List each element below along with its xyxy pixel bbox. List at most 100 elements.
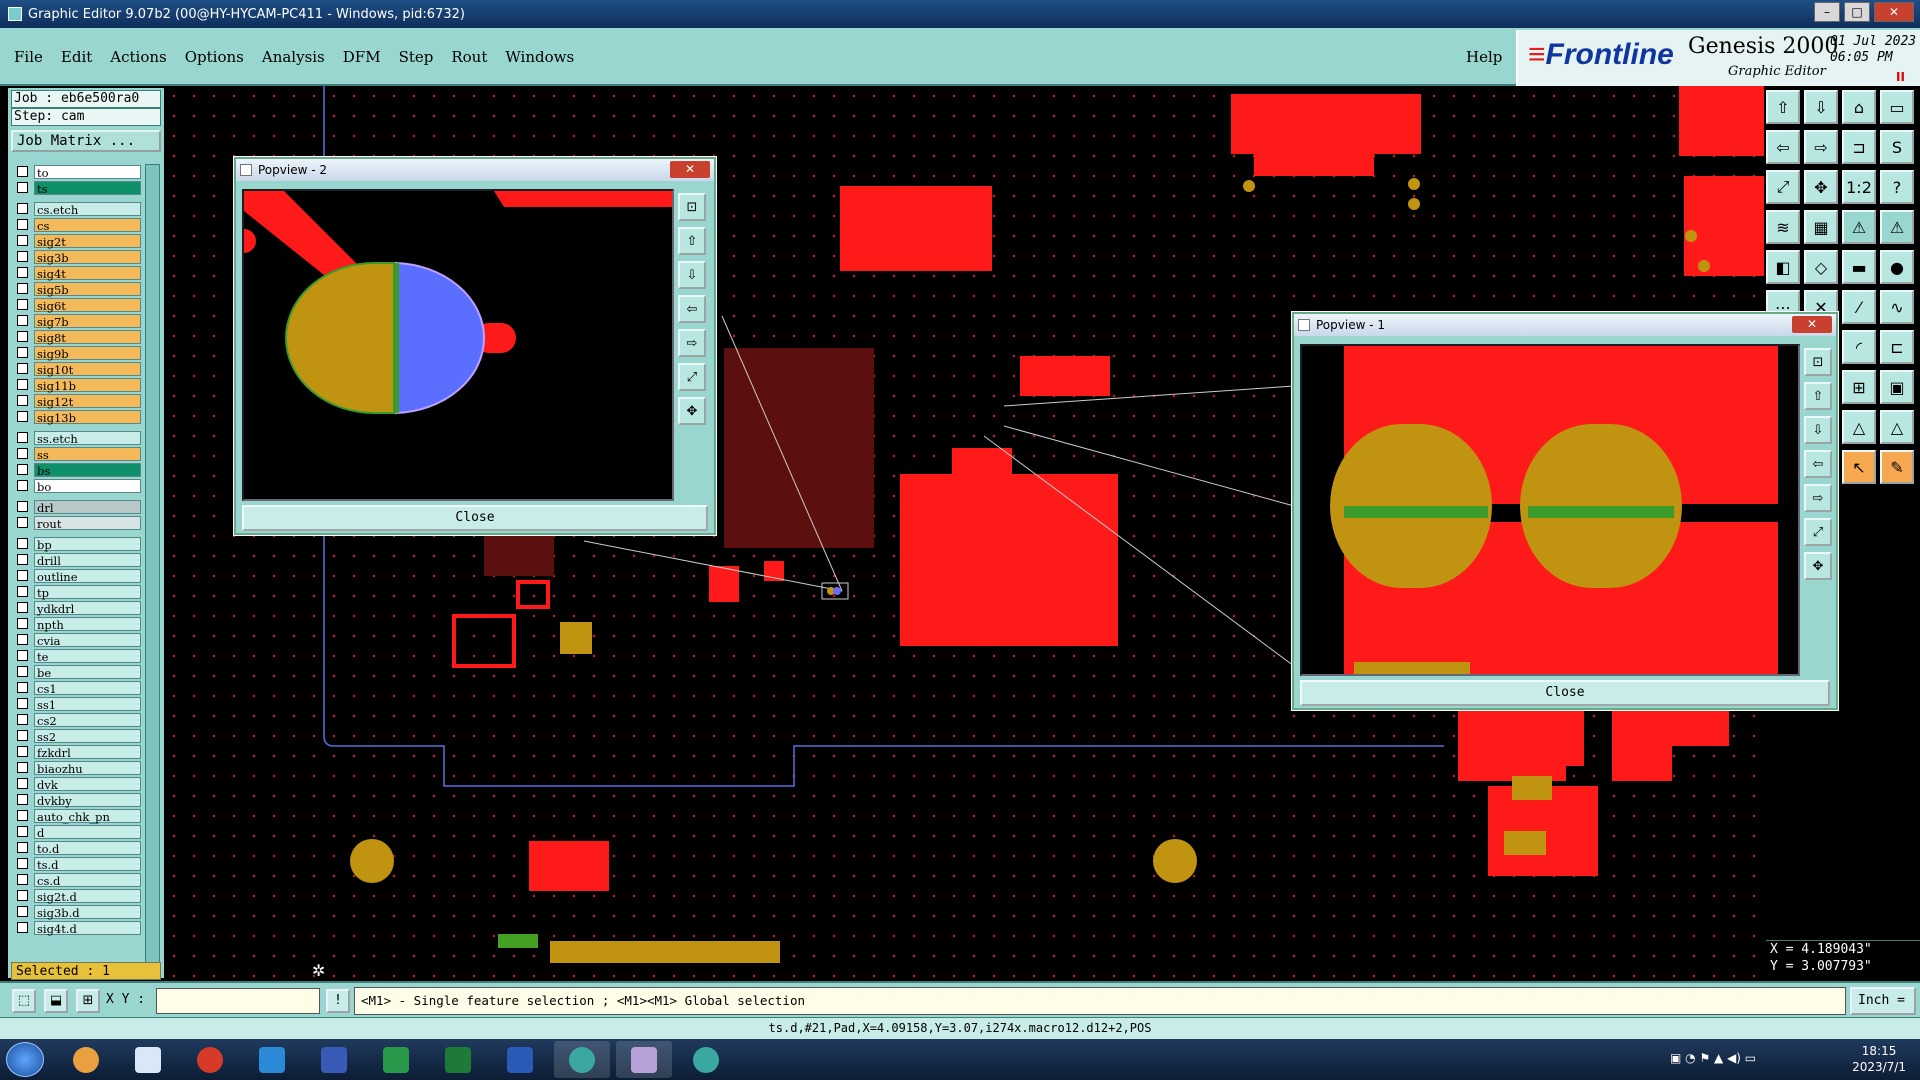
pv1-up-icon[interactable]: ⇧: [1804, 382, 1832, 410]
layer-checkbox[interactable]: [17, 618, 28, 629]
layer-checkbox[interactable]: [17, 203, 28, 214]
exclamation-button[interactable]: !: [326, 989, 350, 1013]
layer-row[interactable]: dvk: [11, 776, 141, 792]
layer-row[interactable]: rout: [11, 515, 141, 531]
layer-checkbox[interactable]: [17, 379, 28, 390]
layer-checkbox[interactable]: [17, 501, 28, 512]
taskbar-app-red[interactable]: [182, 1041, 238, 1078]
shape-icon[interactable]: ▣: [1880, 370, 1914, 404]
layer-row[interactable]: biaozhu: [11, 760, 141, 776]
layer-name[interactable]: cs2: [34, 712, 141, 728]
layer-name[interactable]: cvia: [34, 632, 141, 648]
layer-name[interactable]: ts.d: [34, 856, 141, 872]
layer-row[interactable]: sig12t: [11, 393, 141, 409]
popview-2-view[interactable]: [242, 189, 674, 501]
layer-name[interactable]: sig2t.d: [34, 888, 141, 904]
layer-name[interactable]: bs: [34, 462, 141, 478]
layer-checkbox[interactable]: [17, 219, 28, 230]
taskbar-clock[interactable]: 18:15 2023/7/1: [1852, 1043, 1906, 1075]
layer-row[interactable]: to: [11, 164, 141, 180]
layer-checkbox[interactable]: [17, 714, 28, 725]
pv2-down-icon[interactable]: ⇩: [678, 261, 706, 289]
layer-row[interactable]: sig3b.d: [11, 904, 141, 920]
layer-name[interactable]: tp: [34, 584, 141, 600]
layer-name[interactable]: ss.etch: [34, 430, 141, 446]
layer-checkbox[interactable]: [17, 480, 28, 491]
pin-icon[interactable]: ⊏: [1880, 330, 1914, 364]
layer-name[interactable]: bp: [34, 536, 141, 552]
taskbar-app-genesis2[interactable]: [678, 1041, 734, 1078]
layer-name[interactable]: d: [34, 824, 141, 840]
layer-name[interactable]: fzkdrl: [34, 744, 141, 760]
pv1-left-icon[interactable]: ⇦: [1804, 450, 1832, 478]
layer-name[interactable]: ss1: [34, 696, 141, 712]
layer-name[interactable]: outline: [34, 568, 141, 584]
layer-list[interactable]: to ts cs.etch cs sig2t sig3b sig4t sig5b sig6t si…: [11, 164, 141, 964]
layer-checkbox[interactable]: [17, 682, 28, 693]
layer-checkbox[interactable]: [17, 464, 28, 475]
job-matrix-button[interactable]: Job Matrix ...: [11, 130, 161, 152]
layer-checkbox[interactable]: [17, 395, 28, 406]
menu-analysis[interactable]: Analysis: [262, 48, 325, 66]
layer-checkbox[interactable]: [17, 650, 28, 661]
layer-name[interactable]: dvkby: [34, 792, 141, 808]
layer-row[interactable]: sig13b: [11, 409, 141, 425]
layer-name[interactable]: dvk: [34, 776, 141, 792]
layer-name[interactable]: sig8t: [34, 329, 141, 345]
layer-row[interactable]: be: [11, 664, 141, 680]
layer-row[interactable]: outline: [11, 568, 141, 584]
pv2-zoom-icon[interactable]: ⊡: [678, 193, 706, 221]
ratio-icon[interactable]: 1:2: [1842, 170, 1876, 204]
layer-row[interactable]: cvia: [11, 632, 141, 648]
layer-scrollbar[interactable]: [145, 164, 160, 964]
taskbar-app-genesis[interactable]: [554, 1041, 610, 1078]
layer-name[interactable]: drl: [34, 499, 141, 515]
layer-name[interactable]: sig5b: [34, 281, 141, 297]
taskbar-app-arrow[interactable]: [244, 1041, 300, 1078]
zoom-home-icon[interactable]: ⇧: [1766, 90, 1800, 124]
layer-name[interactable]: sig9b: [34, 345, 141, 361]
fit-icon[interactable]: ⤢: [1766, 170, 1800, 204]
layer-row[interactable]: bo: [11, 478, 141, 494]
layer-row[interactable]: ss: [11, 446, 141, 462]
layer-checkbox[interactable]: [17, 826, 28, 837]
layer-name[interactable]: te: [34, 648, 141, 664]
layer-name[interactable]: sig7b: [34, 313, 141, 329]
layer-checkbox[interactable]: [17, 554, 28, 565]
layer-name[interactable]: cs: [34, 217, 141, 233]
layer-name[interactable]: ss2: [34, 728, 141, 744]
layer-row[interactable]: auto_chk_pn: [11, 808, 141, 824]
zoom-in-icon[interactable]: ⇩: [1804, 90, 1838, 124]
layer-row[interactable]: sig2t.d: [11, 888, 141, 904]
layer-row[interactable]: sig6t: [11, 297, 141, 313]
menu-edit[interactable]: Edit: [61, 48, 92, 66]
layer-name[interactable]: ydkdrl: [34, 600, 141, 616]
center-icon[interactable]: ✥: [1804, 170, 1838, 204]
net-icon[interactable]: ⚠: [1842, 210, 1876, 244]
taskbar-app-notepad[interactable]: [120, 1041, 176, 1078]
layer-name[interactable]: cs1: [34, 680, 141, 696]
net2-icon[interactable]: ⚠: [1880, 210, 1914, 244]
layer-checkbox[interactable]: [17, 906, 28, 917]
layer-checkbox[interactable]: [17, 794, 28, 805]
layer-checkbox[interactable]: [17, 182, 28, 193]
pv1-center-icon[interactable]: ✥: [1804, 552, 1832, 580]
layer-name[interactable]: sig6t: [34, 297, 141, 313]
layer-checkbox[interactable]: [17, 810, 28, 821]
layer-checkbox[interactable]: [17, 842, 28, 853]
layer-checkbox[interactable]: [17, 517, 28, 528]
layer-checkbox[interactable]: [17, 166, 28, 177]
layer-row[interactable]: sig4t: [11, 265, 141, 281]
layer-name[interactable]: sig4t.d: [34, 920, 141, 936]
layer-name[interactable]: ss: [34, 446, 141, 462]
pv2-left-icon[interactable]: ⇦: [678, 295, 706, 323]
dot-icon[interactable]: ●: [1880, 250, 1914, 284]
triangle2-icon[interactable]: △: [1880, 410, 1914, 444]
layer-checkbox[interactable]: [17, 432, 28, 443]
line-icon[interactable]: ⁄: [1842, 290, 1876, 324]
close-button[interactable]: ✕: [1874, 2, 1914, 22]
menu-file[interactable]: File: [14, 48, 43, 66]
pointer-icon[interactable]: ↖: [1842, 450, 1876, 484]
layer-row[interactable]: ss1: [11, 696, 141, 712]
step-icon[interactable]: S: [1880, 130, 1914, 164]
